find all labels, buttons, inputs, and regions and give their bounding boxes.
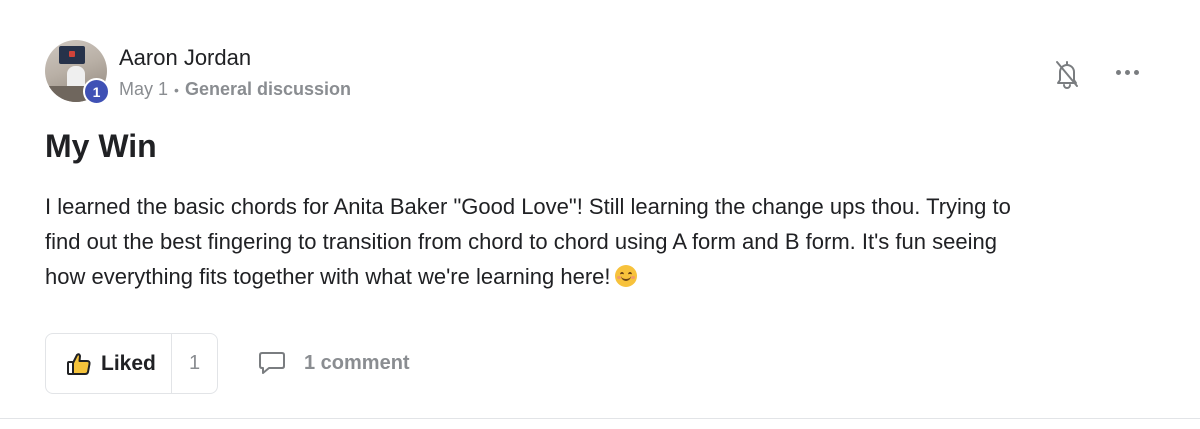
smiling-face-icon: [614, 265, 637, 287]
post-body-line: how everything fits together with what w…: [45, 264, 611, 289]
post-date[interactable]: May 1: [119, 79, 168, 100]
more-horizontal-icon[interactable]: [1110, 62, 1144, 82]
author-name[interactable]: Aaron Jordan: [119, 45, 251, 71]
comment-icon: [259, 352, 285, 374]
post-body: I learned the basic chords for Anita Bak…: [45, 189, 1135, 294]
author-avatar-container[interactable]: 1: [45, 40, 110, 105]
post-card: 1 Aaron Jordan May 1 • General discussio…: [0, 0, 1200, 429]
like-control: Liked 1: [45, 333, 218, 394]
bell-off-icon[interactable]: [1052, 58, 1082, 90]
like-label: Liked: [101, 351, 156, 375]
post-body-line: find out the best fingering to transitio…: [45, 229, 997, 254]
post-category[interactable]: General discussion: [185, 79, 351, 100]
post-body-line: I learned the basic chords for Anita Bak…: [45, 194, 1011, 219]
comment-count-label: 1 comment: [304, 351, 410, 374]
divider: [0, 418, 1200, 419]
level-badge: 1: [83, 78, 110, 105]
meta-separator: •: [174, 81, 179, 98]
comment-button[interactable]: 1 comment: [258, 350, 410, 376]
thumbs-up-icon: [67, 352, 91, 375]
post-meta: May 1 • General discussion: [119, 79, 351, 100]
like-button[interactable]: Liked: [46, 334, 172, 393]
like-count[interactable]: 1: [172, 352, 217, 375]
post-title: My Win: [45, 128, 157, 164]
